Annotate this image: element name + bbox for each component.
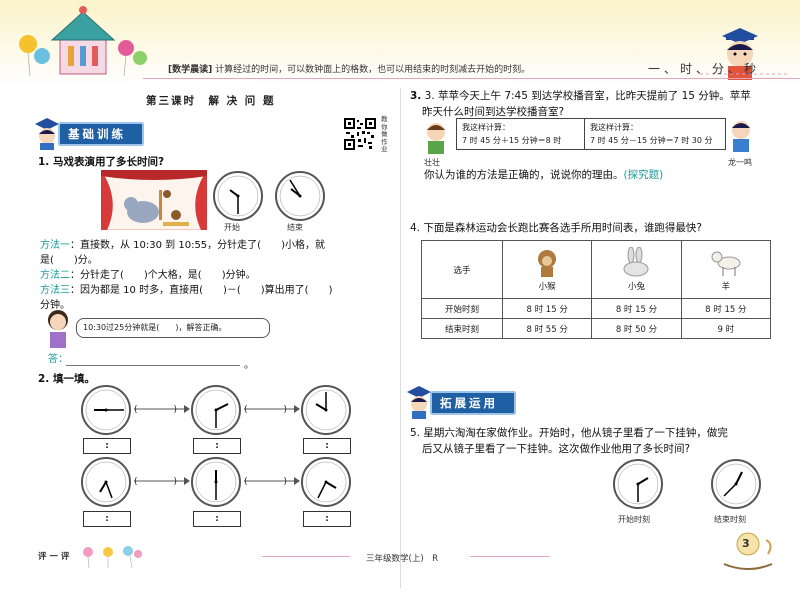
footer-book: 三年级数学(上) R: [366, 554, 439, 564]
q2-blank-3[interactable]: ( ): [134, 474, 177, 487]
q5-clock-end: [711, 459, 761, 509]
q4-title: 4. 下面是森林运动会长跑比赛各选手所用时间表，谁跑得最快?: [410, 222, 702, 234]
morning-tag: [数学晨读]: [168, 65, 213, 75]
q2-clock-5: [191, 457, 241, 507]
footer-rule-left: [262, 556, 350, 557]
q4-table: 选手 小猴 小兔 羊 开始时刻 8 时 15 分 8 时 15 分 8 时 15…: [421, 240, 772, 339]
q4-start-goat: 8 时 15 分: [680, 298, 772, 319]
q1-answer-label: 答：: [48, 354, 68, 365]
q3-left-box: 我这样计算： 7 时 45 分＋15 分钟＝8 时: [456, 118, 586, 150]
clock-end: [275, 171, 325, 221]
q2-blank-1[interactable]: ( ): [134, 402, 177, 415]
morning-reading: [数学晨读] 计算经过的时间，可以数钟面上的格数，也可以用结束的时刻减去开始的时…: [168, 62, 530, 75]
q2-clock-1: [81, 385, 131, 435]
qr-code-icon[interactable]: [344, 118, 376, 150]
monkey-icon: [538, 250, 557, 277]
q4-header-col: 选手: [421, 240, 503, 299]
q2-time-box-2[interactable]: :: [193, 438, 241, 454]
header-rule: [143, 78, 800, 79]
footer-rate-label: 评 一 评: [38, 552, 70, 562]
column-divider: [400, 88, 401, 588]
q2-time-box-3[interactable]: :: [303, 438, 351, 454]
q5-end-label: 结束时刻: [714, 515, 746, 524]
q2-time-box-5[interactable]: :: [193, 511, 241, 527]
q3-right-name: 龙一鸣: [728, 158, 752, 167]
q3-title: 3. 3. 苹苹今天上午 7:45 到达学校播音室，比昨天提前了 15 分钟。苹…: [410, 90, 751, 118]
q5-start-label: 开始时刻: [618, 515, 650, 524]
q2-clock-4: [81, 457, 131, 507]
q5-clock-start: [613, 459, 663, 509]
q1-answer-line[interactable]: [66, 365, 240, 366]
boy-longyiming-icon: [732, 121, 750, 152]
clock-start: [213, 171, 263, 221]
morning-text: 计算经过的时间，可以数钟面上的格数，也可以用结束的时刻减去开始的时刻。: [215, 65, 531, 75]
q2-time-box-4[interactable]: :: [83, 511, 131, 527]
section-extend-badge: 拓展运用: [430, 391, 516, 415]
q4-player-goat: 羊: [680, 240, 772, 299]
balloons-icon: [83, 546, 142, 569]
lesson-title: 第三课时 解 决 问 题: [146, 95, 276, 107]
q1-methods: 方法一：直接数，从 10:30 到 10:55，分针走了( )小格，就 是( )…: [40, 240, 333, 311]
q2-blank-4[interactable]: ( ): [244, 474, 287, 487]
q4-end-rabbit: 8 时 50 分: [591, 318, 682, 339]
q1-title: 1. 马戏表演用了多长时间?: [38, 156, 165, 168]
q4-row-end-label: 结束时刻: [421, 318, 503, 339]
footer-rule-right: [470, 556, 550, 557]
q2-clock-6: [301, 457, 351, 507]
q4-start-rabbit: 8 时 15 分: [591, 298, 682, 319]
q5-title: 5. 星期六淘淘在家做作业。开始时，他从镜子里看了一下挂钟，做完 后又从镜子里看…: [410, 427, 728, 455]
unit-title: 一、时、分、秒: [648, 62, 761, 76]
rabbit-icon: [623, 246, 649, 277]
boy-zhuangzhuang-icon: [427, 123, 445, 154]
girl-icon: [48, 310, 68, 348]
page-number: 3: [742, 537, 750, 550]
q4-player-rabbit: 小兔: [591, 240, 682, 299]
q4-start-monkey: 8 时 15 分: [501, 298, 593, 319]
q1-hint-bubble: 10:30过25分钟就是( )，解答正确。: [76, 318, 270, 338]
q2-blank-2[interactable]: ( ): [244, 402, 287, 415]
q2-clock-2: [191, 385, 241, 435]
q2-time-box-6[interactable]: :: [303, 511, 351, 527]
q4-end-goat: 9 时: [680, 318, 772, 339]
q3-right-box: 我这样计算： 7 时 45 分－15 分钟＝7 时 30 分: [584, 118, 726, 150]
scholar-boy-icon: [407, 386, 431, 419]
clock-start-label: 开始: [224, 223, 240, 232]
section-basic-badge: 基础训练: [58, 122, 144, 146]
q4-player-monkey: 小猴: [501, 240, 593, 299]
scholar-boy-icon: [35, 118, 59, 150]
clock-end-label: 结束: [287, 223, 303, 232]
qr-label: 教你做作业: [381, 115, 388, 153]
q4-row-start-label: 开始时刻: [421, 298, 503, 319]
q2-time-box-1[interactable]: :: [83, 438, 131, 454]
q3-prompt: 你认为谁的方法是正确的，说说你的理由。(探究题): [424, 169, 664, 181]
q4-end-monkey: 8 时 55 分: [501, 318, 593, 339]
goat-icon: [711, 251, 741, 276]
circus-stage-image: [101, 170, 207, 230]
q2-clock-3: [301, 385, 351, 435]
